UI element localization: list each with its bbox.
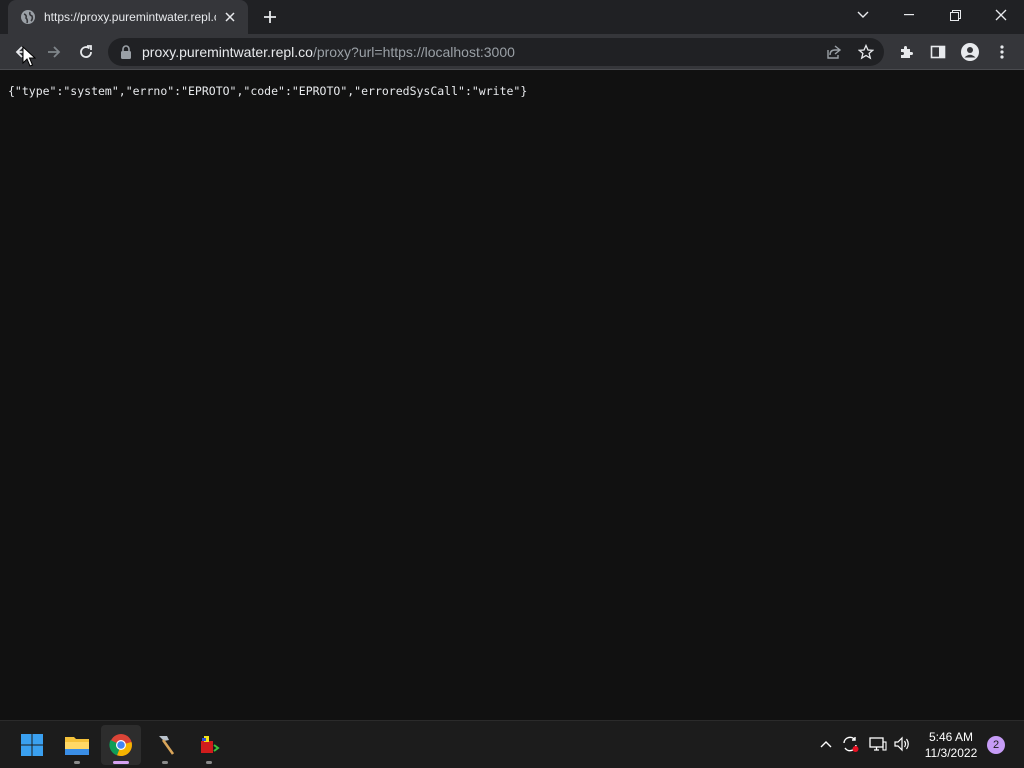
- url-path: /proxy?url=https://localhost:3000: [312, 44, 515, 60]
- forward-button[interactable]: [38, 36, 70, 68]
- running-indicator: [206, 761, 212, 764]
- tab-title: https://proxy.puremintwater.repl.co/prox…: [44, 10, 216, 24]
- start-icon[interactable]: [12, 725, 52, 765]
- mouse-cursor-icon: [22, 46, 36, 67]
- reload-button[interactable]: [70, 36, 102, 68]
- file-explorer-icon[interactable]: [57, 725, 97, 765]
- hammer-icon[interactable]: [145, 725, 185, 765]
- clock-date: 11/3/2022: [924, 746, 978, 760]
- url-host: proxy.puremintwater.repl.co: [142, 44, 313, 60]
- running-indicator: [162, 761, 168, 764]
- clock-time: 5:46 AM: [928, 730, 974, 744]
- new-tab-button[interactable]: [258, 5, 282, 29]
- minimize-button[interactable]: [886, 0, 932, 30]
- side-panel-icon[interactable]: [922, 36, 954, 68]
- menu-kebab-icon[interactable]: [986, 36, 1018, 68]
- sync-icon[interactable]: [839, 733, 861, 755]
- running-indicator: [113, 761, 129, 764]
- profile-avatar-icon[interactable]: [954, 36, 986, 68]
- browser-toolbar: proxy.puremintwater.repl.co/proxy?url=ht…: [0, 34, 1024, 70]
- chrome-icon[interactable]: [101, 725, 141, 765]
- close-window-button[interactable]: [978, 0, 1024, 30]
- close-tab-icon[interactable]: [220, 7, 240, 27]
- show-hidden-icons-chevron-icon[interactable]: [815, 733, 837, 755]
- restore-button[interactable]: [932, 0, 978, 30]
- running-indicator: [74, 761, 80, 764]
- tab-strip: https://proxy.puremintwater.repl.co/prox…: [0, 0, 1024, 34]
- notification-badge[interactable]: 2: [987, 736, 1005, 754]
- app-icon[interactable]: [189, 725, 229, 765]
- lock-icon[interactable]: [118, 44, 134, 60]
- globe-icon: [20, 9, 36, 25]
- volume-icon[interactable]: [891, 733, 913, 755]
- share-icon[interactable]: [820, 38, 848, 66]
- taskbar: 5:46 AM 11/3/2022: [0, 720, 1024, 768]
- tab-search-icon[interactable]: [840, 0, 886, 30]
- bookmark-star-icon[interactable]: [852, 38, 880, 66]
- json-response-text: {"type":"system","errno":"EPROTO","code"…: [8, 84, 528, 98]
- address-bar[interactable]: proxy.puremintwater.repl.co/proxy?url=ht…: [108, 38, 884, 66]
- extensions-icon[interactable]: [890, 36, 922, 68]
- url-text[interactable]: proxy.puremintwater.repl.co/proxy?url=ht…: [142, 44, 515, 60]
- taskbar-clock[interactable]: 5:46 AM 11/3/2022: [918, 729, 984, 761]
- page-content: {"type":"system","errno":"EPROTO","code"…: [0, 71, 1024, 720]
- browser-tab[interactable]: https://proxy.puremintwater.repl.co/prox…: [8, 0, 248, 34]
- network-icon[interactable]: [867, 733, 889, 755]
